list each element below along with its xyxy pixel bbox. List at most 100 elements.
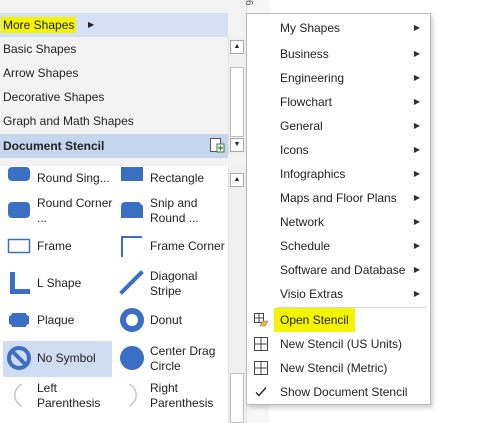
menu-item-label: Maps and Floor Plans xyxy=(280,191,397,205)
menu-item-label: Network xyxy=(280,215,325,229)
shape-rectangle[interactable]: Rectangle xyxy=(113,166,228,193)
menu-item-label: Icons xyxy=(280,143,309,157)
category-graph-math-shapes[interactable]: Graph and Math Shapes xyxy=(0,109,228,133)
menu-item-schedule[interactable]: Schedule ▶ xyxy=(247,234,430,258)
menu-item-business[interactable]: Business ▶ xyxy=(247,42,430,66)
menu-item-label: Engineering xyxy=(280,71,345,85)
stencil-shapes-grid: Round Sing... Rectangle Round Corner ...… xyxy=(0,166,228,423)
shape-label: Left Parenthesis xyxy=(37,381,101,410)
left-parenthesis-icon xyxy=(14,383,23,407)
scroll-thumb[interactable] xyxy=(230,67,244,137)
menu-item-visio-extras[interactable]: Visio Extras ▶ xyxy=(247,282,430,306)
menu-item-label: Software and Database xyxy=(280,263,406,277)
new-stencil-grid-icon xyxy=(254,361,268,375)
submenu-arrow-icon: ▶ xyxy=(413,169,420,178)
menu-item-engineering[interactable]: Engineering ▶ xyxy=(247,66,430,90)
shape-no-symbol[interactable]: No Symbol xyxy=(3,341,112,377)
category-decorative-shapes[interactable]: Decorative Shapes xyxy=(0,85,228,109)
shape-frame-corner[interactable]: Frame Corner xyxy=(113,229,228,265)
round-corner-icon xyxy=(8,202,30,218)
shapes-scrollbar[interactable]: ▲ xyxy=(228,166,246,423)
scroll-down-icon[interactable]: ▼ xyxy=(230,138,244,152)
shapes-scroll-thumb[interactable] xyxy=(230,373,244,423)
shape-label: Frame xyxy=(37,239,72,253)
shape-label: Diagonal Stripe xyxy=(150,269,198,298)
round-single-icon xyxy=(8,167,30,181)
shape-label: Center Drag Circle xyxy=(150,344,216,373)
shape-frame[interactable]: Frame xyxy=(0,229,113,265)
shape-round-single[interactable]: Round Sing... xyxy=(0,166,113,193)
stencil-options-icon[interactable] xyxy=(209,137,225,153)
frame-icon xyxy=(7,238,31,254)
menu-item-my-shapes[interactable]: My Shapes ▶ xyxy=(247,16,430,40)
plaque-icon xyxy=(9,313,29,327)
menu-item-label: My Shapes xyxy=(280,21,341,35)
menu-item-software-database[interactable]: Software and Database ▶ xyxy=(247,258,430,282)
shape-label: Round Sing... xyxy=(37,171,110,185)
shape-l-shape[interactable]: L Shape xyxy=(0,266,113,302)
menu-item-label: Business xyxy=(280,47,329,61)
menu-item-infographics[interactable]: Infographics ▶ xyxy=(247,162,430,186)
shape-plaque[interactable]: Plaque xyxy=(0,303,113,339)
shape-diagonal-stripe[interactable]: Diagonal Stripe xyxy=(113,266,228,302)
menu-item-new-stencil-metric[interactable]: New Stencil (Metric) xyxy=(247,356,430,380)
diagonal-stripe-icon xyxy=(119,270,144,295)
more-shapes-button[interactable]: More Shapes ▶ xyxy=(0,13,228,37)
open-stencil-icon xyxy=(254,313,268,327)
l-shape-icon xyxy=(10,272,30,294)
submenu-arrow-icon: ▶ xyxy=(413,49,420,58)
more-shapes-menu: My Shapes ▶ Business ▶ Engineering ▶ Flo… xyxy=(246,13,431,405)
menu-item-label: General xyxy=(280,119,323,133)
menu-item-open-stencil[interactable]: Open Stencil xyxy=(247,308,430,332)
no-symbol-icon xyxy=(7,346,31,370)
frame-corner-icon xyxy=(121,236,142,257)
menu-item-maps-floor-plans[interactable]: Maps and Floor Plans ▶ xyxy=(247,186,430,210)
menu-item-icons[interactable]: Icons ▶ xyxy=(247,138,430,162)
menu-item-general[interactable]: General ▶ xyxy=(247,114,430,138)
category-basic-shapes[interactable]: Basic Shapes xyxy=(0,37,228,61)
shape-center-drag-circle[interactable]: Center Drag Circle xyxy=(113,341,228,377)
rectangle-icon xyxy=(121,167,143,181)
donut-icon xyxy=(120,308,144,332)
shape-snip-round[interactable]: Snip and Round ... xyxy=(113,193,228,229)
shape-label: Donut xyxy=(150,313,183,327)
shape-label: Right Parenthesis xyxy=(150,381,214,410)
more-shapes-label: More Shapes xyxy=(1,17,77,33)
menu-item-show-document-stencil[interactable]: Show Document Stencil xyxy=(247,380,430,404)
menu-item-label: Infographics xyxy=(280,167,346,181)
menu-item-label: Visio Extras xyxy=(280,287,344,301)
right-parenthesis-icon xyxy=(128,383,137,407)
submenu-arrow-icon: ▶ xyxy=(413,217,420,226)
new-stencil-grid-icon xyxy=(254,337,268,351)
shape-label: Frame Corner xyxy=(150,239,225,253)
shapes-pane: More Shapes ▶ Basic Shapes Arrow Shapes … xyxy=(0,0,246,423)
shape-label: No Symbol xyxy=(37,351,96,365)
scroll-up-icon[interactable]: ▲ xyxy=(230,40,244,54)
menu-item-new-stencil-us[interactable]: New Stencil (US Units) xyxy=(247,332,430,356)
document-stencil-tab[interactable]: Document Stencil xyxy=(0,134,228,158)
center-drag-circle-icon xyxy=(120,346,144,370)
submenu-arrow-icon: ▶ xyxy=(413,73,420,82)
shape-donut[interactable]: Donut xyxy=(113,303,228,339)
shape-label: Rectangle xyxy=(150,171,205,185)
shapes-scroll-up-icon[interactable]: ▲ xyxy=(230,173,244,187)
snip-round-icon xyxy=(121,202,143,218)
submenu-arrow-icon: ▶ xyxy=(413,145,420,154)
shape-round-corner[interactable]: Round Corner ... xyxy=(0,193,113,229)
menu-item-label: New Stencil (US Units) xyxy=(280,337,403,351)
category-scrollbar[interactable]: ▲ ▼ xyxy=(228,37,246,154)
menu-item-label: New Stencil (Metric) xyxy=(280,361,388,375)
shape-label: Snip and Round ... xyxy=(150,196,199,225)
submenu-arrow-icon: ▶ xyxy=(413,265,420,274)
submenu-arrow-icon: ▶ xyxy=(413,121,420,130)
shape-right-parenthesis[interactable]: Right Parenthesis xyxy=(113,378,228,414)
menu-item-flowchart[interactable]: Flowchart ▶ xyxy=(247,90,430,114)
ruler-tick-label: 6 xyxy=(243,0,254,6)
category-arrow-shapes[interactable]: Arrow Shapes xyxy=(0,61,228,85)
shape-left-parenthesis[interactable]: Left Parenthesis xyxy=(0,378,113,414)
menu-item-label: Flowchart xyxy=(280,95,333,109)
menu-item-label: Show Document Stencil xyxy=(280,385,408,399)
menu-item-network[interactable]: Network ▶ xyxy=(247,210,430,234)
shape-label: Round Corner ... xyxy=(37,196,113,225)
menu-item-label: Schedule xyxy=(280,239,331,253)
